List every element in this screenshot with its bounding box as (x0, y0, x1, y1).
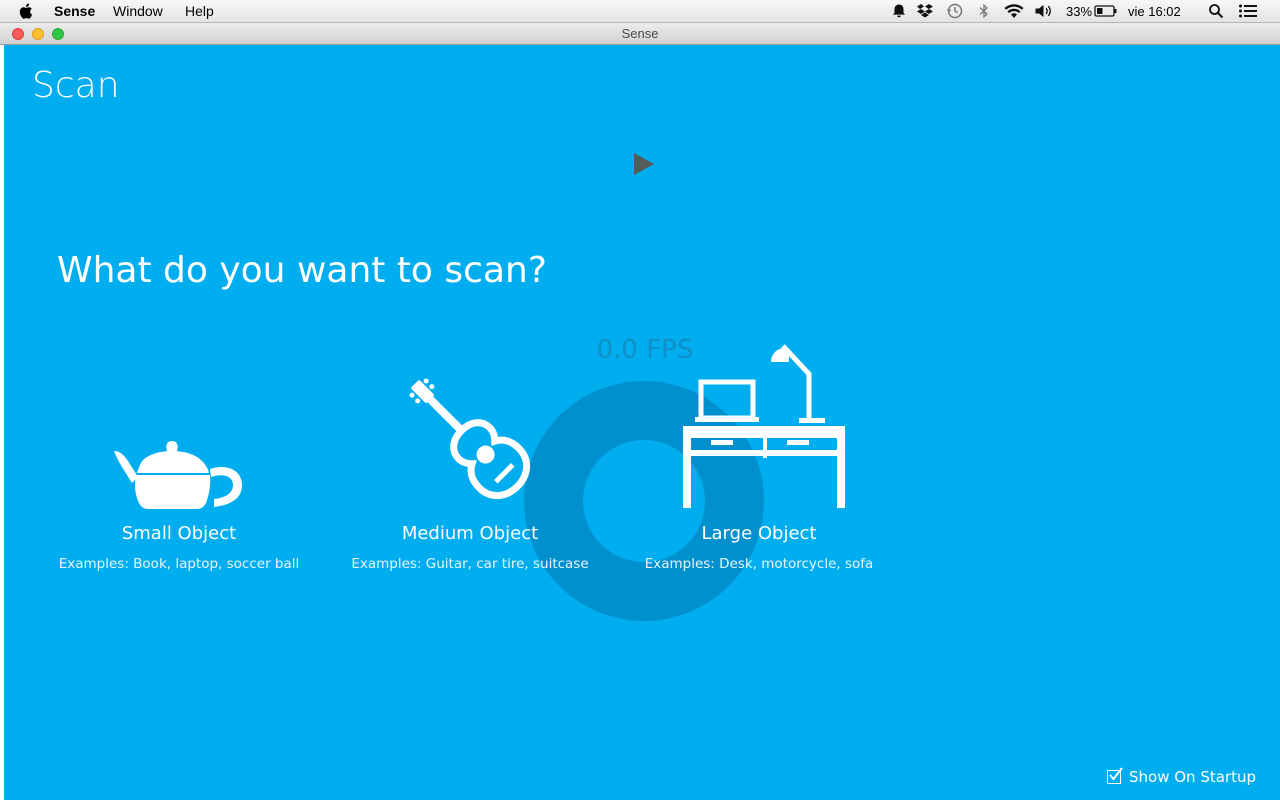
scan-screen: Scan What do you want to scan? 0.0 FPS S… (4, 45, 1280, 800)
small-object-label: Small Object (121, 523, 237, 544)
spotlight-icon[interactable] (1208, 0, 1224, 22)
notifications-icon[interactable] (891, 0, 907, 22)
show-on-startup-label: Show On Startup (1129, 768, 1256, 786)
show-on-startup-toggle[interactable]: Show On Startup (1107, 767, 1256, 786)
large-object-label: Large Object (701, 523, 817, 544)
volume-icon[interactable] (1034, 0, 1054, 22)
menu-bar: Sense Window Help 33% vie 16:02 (0, 0, 1280, 23)
dropbox-icon[interactable] (916, 0, 934, 22)
notification-center-icon[interactable] (1238, 0, 1258, 22)
small-object-examples: Examples: Book, laptop, soccer ball (58, 556, 300, 572)
page-title: Scan (32, 65, 120, 106)
medium-object-option[interactable]: Medium Object Examples: Guitar, car tire… (330, 367, 610, 581)
teapot-icon (114, 441, 242, 509)
scan-question: What do you want to scan? (57, 250, 547, 291)
show-on-startup-checkbox[interactable] (1107, 767, 1123, 784)
time-machine-icon[interactable] (946, 0, 964, 22)
wifi-icon[interactable] (1003, 0, 1025, 22)
menu-window[interactable]: Window (113, 3, 163, 19)
play-icon[interactable] (633, 152, 655, 176)
window-title-bar[interactable]: Sense (0, 23, 1280, 45)
large-object-option[interactable]: Large Object Examples: Desk, motorcycle,… (619, 342, 899, 581)
menu-app-name[interactable]: Sense (54, 3, 95, 19)
menu-help[interactable]: Help (185, 3, 214, 19)
checkmark-icon (1109, 767, 1123, 781)
guitar-icon (409, 378, 531, 500)
medium-object-examples: Examples: Guitar, car tire, suitcase (351, 556, 589, 572)
bluetooth-icon[interactable] (978, 0, 990, 22)
window-title: Sense (621, 26, 659, 41)
large-object-examples: Examples: Desk, motorcycle, sofa (644, 556, 874, 572)
menu-clock[interactable]: vie 16:02 (1128, 0, 1181, 22)
desk-icon (683, 344, 845, 508)
small-object-option[interactable]: Small Object Examples: Book, laptop, soc… (39, 431, 319, 581)
apple-icon[interactable] (18, 2, 36, 20)
battery-icon[interactable] (1094, 0, 1118, 22)
medium-object-label: Medium Object (401, 523, 539, 544)
battery-percentage: 33% (1066, 3, 1093, 19)
